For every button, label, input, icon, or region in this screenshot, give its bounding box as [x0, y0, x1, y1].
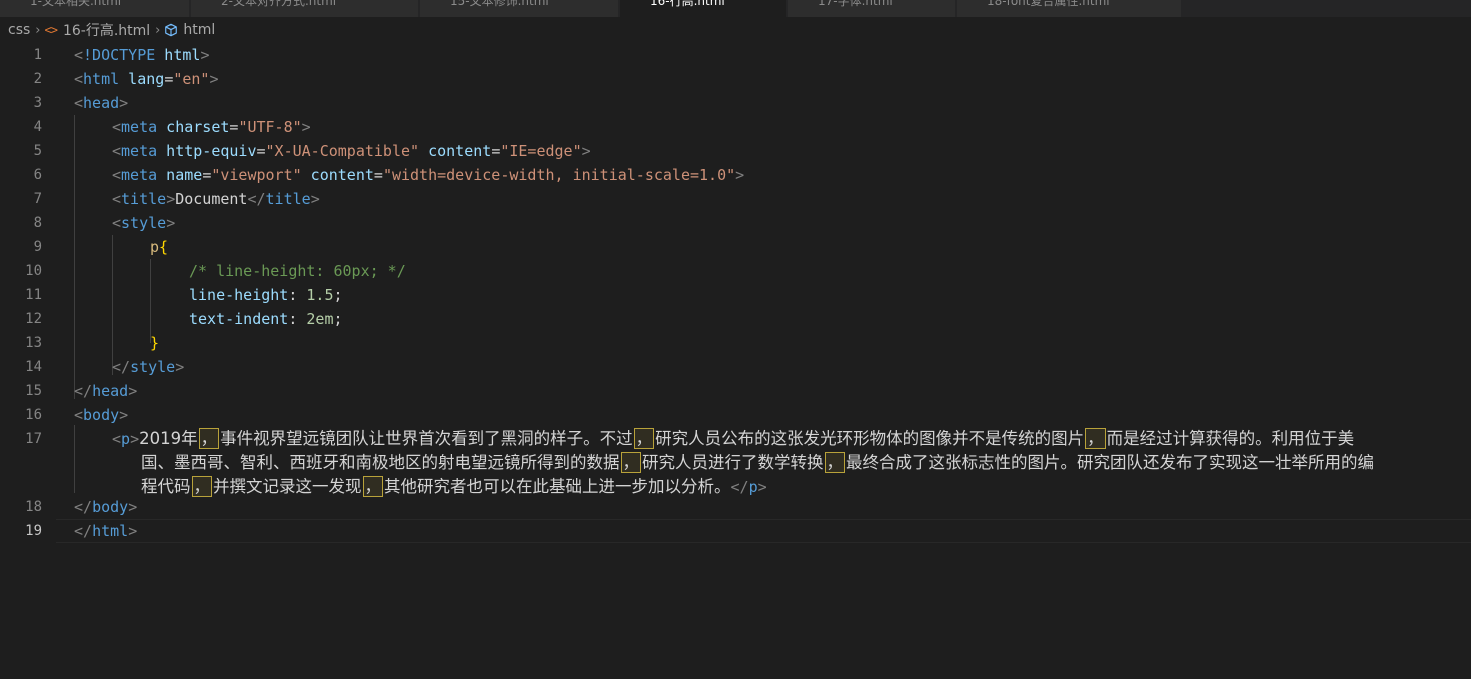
highlighted-comma: ， — [633, 428, 655, 449]
code-line: 8 <style> — [0, 211, 1471, 235]
editor-tab[interactable]: 18-font复合属性.html — [957, 0, 1182, 17]
line-number: 17 — [25, 431, 42, 447]
line-number: 11 — [25, 287, 42, 303]
line-number: 9 — [33, 239, 42, 255]
line-number: 2 — [33, 71, 42, 87]
code-line: 6 <meta name="viewport" content="width=d… — [0, 163, 1471, 187]
code-line: 11 line-height: 1.5; — [0, 283, 1471, 307]
tab-label: 16-行高.html — [650, 0, 725, 8]
editor-tab[interactable]: 2-文本对齐方式.html — [191, 0, 419, 17]
chevron-right-icon: › — [155, 22, 161, 38]
line-number: 14 — [25, 359, 42, 375]
line-number: 8 — [33, 215, 42, 231]
editor-tab[interactable]: 17-字体.html — [788, 0, 956, 17]
symbol-cube-icon — [165, 23, 178, 37]
html-file-icon: <> — [44, 23, 58, 37]
code-line: 3 <head> — [0, 91, 1471, 115]
line-number: 19 — [25, 523, 42, 539]
highlighted-comma: ， — [191, 476, 212, 497]
tab-label: 18-font复合属性.html — [987, 0, 1110, 8]
code-line: 12 text-indent: 2em; — [0, 307, 1471, 331]
line-number: 16 — [25, 407, 42, 423]
paragraph-row: 国、墨西哥、智利、西班牙和南极地区的射电望远镜所得到的数据，研究人员进行了数学转… — [141, 452, 1374, 473]
code-line: 16 <body> — [0, 403, 1471, 427]
editor-tab-active[interactable]: 16-行高.html — [620, 0, 787, 17]
code-line: 7 <title>Document</title> — [0, 187, 1471, 211]
tab-label: 15-文本修饰.html — [450, 0, 549, 8]
line-number: 13 — [25, 335, 42, 351]
chevron-right-icon: › — [35, 22, 41, 38]
line-number: 4 — [33, 119, 42, 135]
paragraph-row: <p>2019年，事件视界望远镜团队让世界首次看到了黑洞的样子。不过，研究人员公… — [112, 428, 1355, 449]
code-line: 13 } — [0, 331, 1471, 355]
breadcrumb-file[interactable]: 16-行高.html — [63, 20, 150, 40]
breadcrumb: css › <> 16-行高.html › html — [0, 18, 1471, 42]
breadcrumb-symbol[interactable]: html — [183, 22, 215, 38]
tab-label: 2-文本对齐方式.html — [221, 0, 337, 8]
code-line: 10 /* line-height: 60px; */ — [0, 259, 1471, 283]
line-number: 5 — [33, 143, 42, 159]
highlighted-comma: ， — [362, 476, 383, 497]
code-line: 18 </body> — [0, 495, 1471, 519]
highlighted-comma: ， — [824, 452, 845, 473]
tab-label: 1-文本相关.html — [30, 0, 122, 8]
breadcrumb-folder[interactable]: css — [8, 22, 30, 38]
line-number: 18 — [25, 499, 42, 515]
line-number: 3 — [33, 95, 42, 111]
line-number: 7 — [33, 191, 42, 207]
code-line: 19 </html> — [0, 519, 1471, 543]
code-line: 2 <html lang="en"> — [0, 67, 1471, 91]
line-number: 1 — [33, 47, 42, 63]
editor-tab[interactable]: 1-文本相关.html — [0, 0, 190, 17]
code-line: 4 <meta charset="UTF-8"> — [0, 115, 1471, 139]
line-number: 12 — [25, 311, 42, 327]
line-number: 15 — [25, 383, 42, 399]
code-line: 14 </style> — [0, 355, 1471, 379]
editor-tab[interactable]: 15-文本修饰.html — [420, 0, 619, 17]
line-number: 10 — [25, 263, 42, 279]
highlighted-comma: ， — [620, 452, 641, 473]
tab-label: 17-字体.html — [818, 0, 893, 8]
code-line: 1 <!DOCTYPE html> — [0, 43, 1471, 67]
line-number: 6 — [33, 167, 42, 183]
code-editor[interactable]: 1 <!DOCTYPE html> 2 <html lang="en"> 3 <… — [0, 43, 1471, 679]
code-line: 5 <meta http-equiv="X-UA-Compatible" con… — [0, 139, 1471, 163]
editor-tab-bar: 1-文本相关.html 2-文本对齐方式.html 15-文本修饰.html 1… — [0, 0, 1471, 17]
highlighted-comma: ， — [1085, 428, 1106, 449]
code-line: 9 p{ — [0, 235, 1471, 259]
code-line: 17 <p>2019年，事件视界望远镜团队让世界首次看到了黑洞的样子。不过，研究… — [0, 427, 1471, 499]
code-line: 15 </head> — [0, 379, 1471, 403]
highlighted-comma: ， — [198, 428, 220, 449]
